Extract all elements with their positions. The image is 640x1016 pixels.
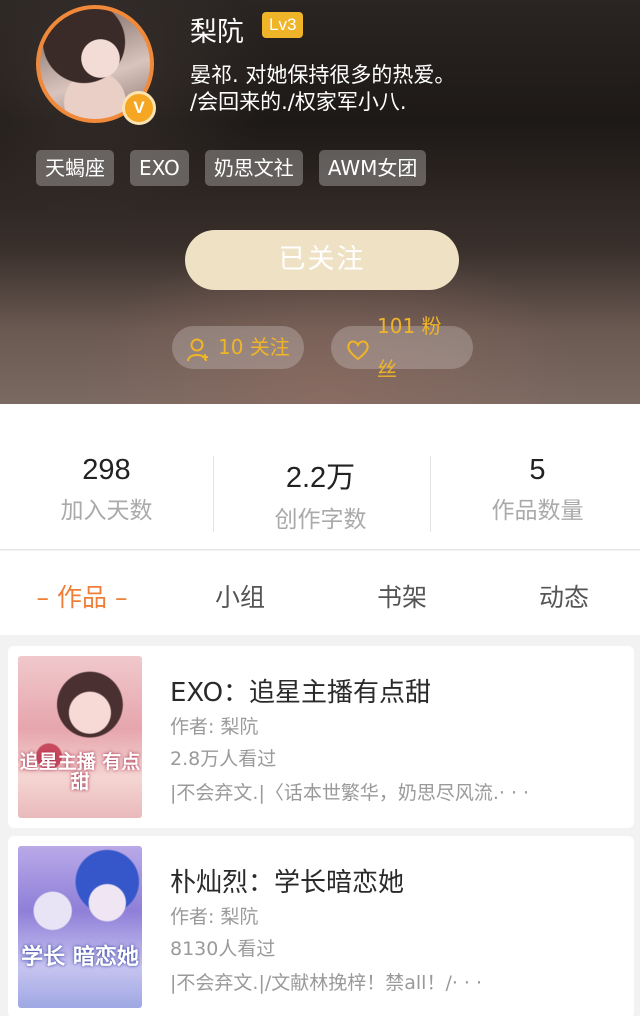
book-card[interactable]: 追星主播 有点甜 EXO：追星主播有点甜 作者: 梨阬 2.8万人看过 |不会弃… — [8, 646, 634, 828]
stat-value: 2.2万 — [285, 462, 356, 494]
tag-item[interactable]: 奶思文社 — [204, 150, 303, 186]
verified-badge-icon: V — [122, 91, 156, 125]
following-button[interactable]: 10 关注 — [172, 326, 304, 369]
heart-icon — [345, 335, 371, 361]
cover-title: 学长 暗恋她 — [21, 945, 139, 970]
stat-label: 作品数量 — [491, 498, 584, 524]
book-cover[interactable]: 追星主播 有点甜 — [18, 656, 142, 818]
level-badge: Lv3 — [262, 12, 304, 38]
user-plus-icon — [186, 335, 212, 361]
fans-count: 101 粉丝 — [377, 313, 442, 381]
stat-join-days: 298 加入天数 — [0, 454, 213, 525]
tab-groups[interactable]: 小组 — [190, 578, 290, 614]
profile-header: V 梨阬 Lv3 晏祁. 对她保持很多的热爱。 /会回来的./权家军小八. 天蝎… — [0, 0, 640, 404]
book-description: |不会弃文.|〈话本世繁华，奶思尽风流.· · · — [170, 782, 530, 804]
username: 梨阬 — [190, 17, 244, 48]
bio-line-2: /会回来的./权家军小八. — [190, 90, 407, 114]
tag-item[interactable]: AWM女团 — [318, 150, 427, 186]
bio-line-1: 晏祁. 对她保持很多的热爱。 — [190, 63, 456, 87]
tag-item[interactable]: 天蝎座 — [36, 150, 114, 186]
book-author: 作者: 梨阬 — [170, 716, 259, 738]
tag-item[interactable]: EXO — [130, 150, 189, 186]
book-views: 2.8万人看过 — [170, 748, 277, 770]
stat-works-count: 5 作品数量 — [431, 454, 640, 525]
tab-bar: – 作品 – 小组 书架 动态 — [0, 551, 640, 635]
avatar-container[interactable]: V — [36, 5, 156, 125]
book-card[interactable]: 学长 暗恋她 朴灿烈：学长暗恋她 作者: 梨阬 8130人看过 |不会弃文.|/… — [8, 836, 634, 1016]
tab-bookshelf[interactable]: 书架 — [352, 578, 452, 614]
book-title[interactable]: EXO：追星主播有点甜 — [170, 672, 431, 709]
fans-button[interactable]: 101 粉丝 — [331, 314, 473, 381]
stat-value: 298 — [82, 454, 131, 486]
following-count: 10 关注 — [218, 335, 290, 359]
tag-list: 天蝎座 EXO 奶思文社 AWM女团 — [36, 150, 427, 186]
book-author: 作者: 梨阬 — [170, 906, 259, 928]
book-cover[interactable]: 学长 暗恋她 — [18, 846, 142, 1008]
followed-button[interactable]: 已关注 — [185, 230, 459, 290]
book-views: 8130人看过 — [170, 938, 276, 960]
stat-label: 加入天数 — [60, 498, 153, 524]
stats-panel: 298 加入天数 2.2万 创作字数 5 作品数量 — [0, 404, 640, 550]
tab-activity[interactable]: 动态 — [514, 578, 614, 614]
stat-label: 创作字数 — [274, 507, 367, 533]
stat-word-count: 2.2万 创作字数 — [214, 454, 427, 534]
tab-works[interactable]: – 作品 – — [22, 578, 142, 614]
cover-title: 追星主播 有点甜 — [19, 751, 141, 793]
stat-value: 5 — [529, 454, 546, 486]
book-description: |不会弃文.|/文献林挽梓！禁all！/· · · — [170, 972, 483, 994]
book-title[interactable]: 朴灿烈：学长暗恋她 — [170, 862, 404, 899]
bio: 晏祁. 对她保持很多的热爱。 /会回来的./权家军小八. — [190, 62, 610, 116]
